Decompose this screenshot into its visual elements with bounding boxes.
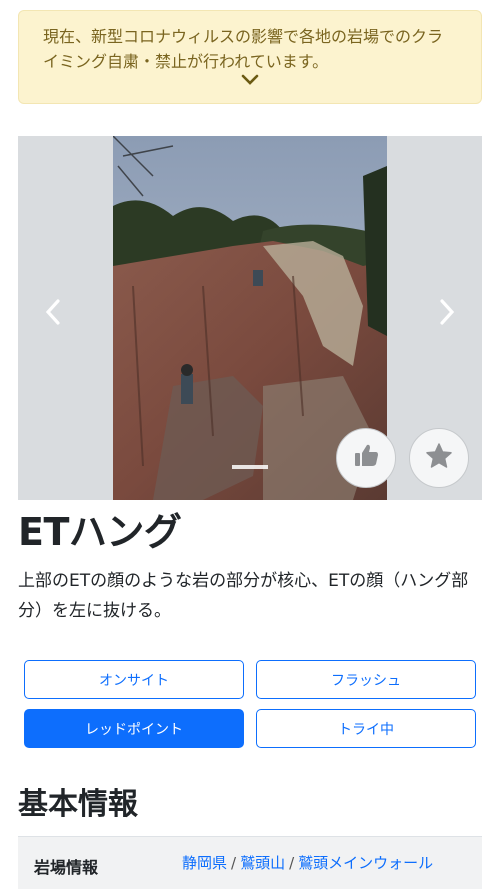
- crag-info-row: 岩場情報 静岡県 / 鷲頭山 / 鷲頭メインウォール: [18, 836, 482, 889]
- chevron-down-icon[interactable]: [241, 68, 259, 93]
- notice-text: 現在、新型コロナウィルスの影響で各地の岩場でのクライミング自粛・禁止が行われてい…: [43, 27, 444, 71]
- breadcrumb-separator: /: [289, 854, 295, 872]
- star-icon: [424, 441, 454, 475]
- thumbs-up-icon: [351, 441, 381, 475]
- carousel-indicator[interactable]: [232, 465, 268, 469]
- flash-button[interactable]: フラッシュ: [256, 660, 476, 699]
- like-button[interactable]: [336, 428, 396, 488]
- breadcrumb: 静岡県 / 鷲頭山 / 鷲頭メインウォール: [182, 852, 433, 873]
- route-description: 上部のETの顔のような岩の部分が核心、ETの顔（ハング部分）を左に抜ける。: [18, 571, 469, 621]
- redpoint-button[interactable]: レッドポイント: [24, 709, 244, 748]
- breadcrumb-prefecture[interactable]: 静岡県: [182, 854, 227, 872]
- breadcrumb-separator: /: [231, 854, 237, 872]
- covid-notice-banner[interactable]: 現在、新型コロナウィルスの影響で各地の岩場でのクライミング自粛・禁止が行われてい…: [18, 10, 482, 104]
- chevron-left-icon[interactable]: [44, 298, 62, 330]
- route-name: ETハング: [18, 510, 182, 554]
- basic-info-title: 基本情報: [18, 787, 138, 822]
- breadcrumb-crag[interactable]: 鷲頭メインウォール: [298, 854, 433, 872]
- breadcrumb-area[interactable]: 鷲頭山: [240, 854, 285, 872]
- onsight-button[interactable]: オンサイト: [24, 660, 244, 699]
- trying-button[interactable]: トライ中: [256, 709, 476, 748]
- chevron-right-icon[interactable]: [438, 298, 456, 330]
- favorite-button[interactable]: [409, 428, 469, 488]
- crag-info-label: 岩場情報: [34, 858, 99, 877]
